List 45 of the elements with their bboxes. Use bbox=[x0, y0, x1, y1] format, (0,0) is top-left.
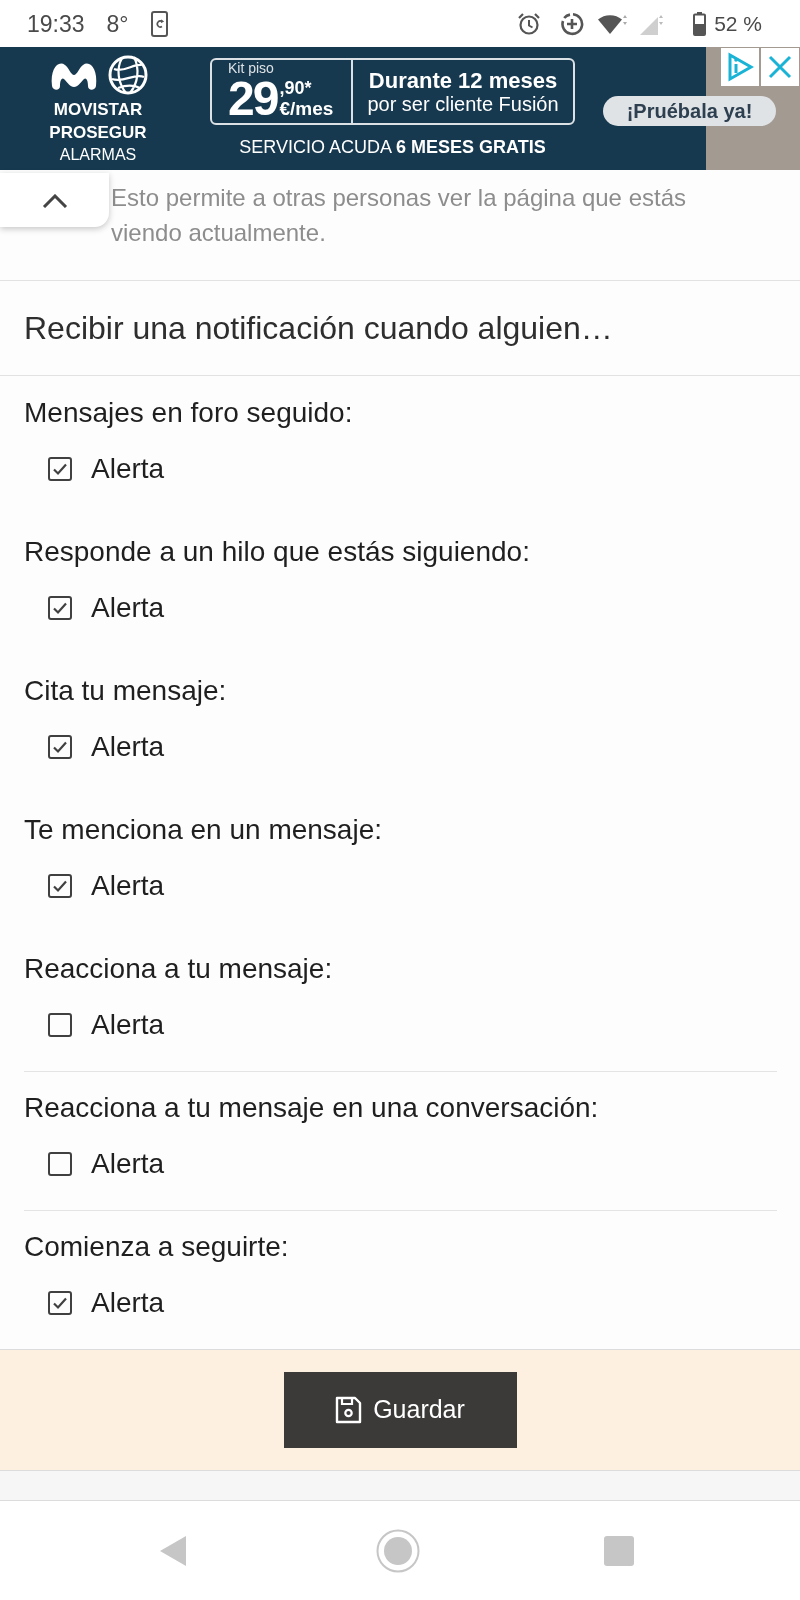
checkbox[interactable] bbox=[48, 874, 72, 898]
checkbox[interactable] bbox=[48, 1013, 72, 1037]
option-label: Te menciona en un mensaje: bbox=[24, 813, 383, 847]
temperature: 8° bbox=[106, 9, 129, 38]
brand-name: MOVISTAR bbox=[53, 99, 143, 121]
clock: 19:33 bbox=[27, 9, 85, 38]
option-label: Reacciona a tu mensaje en una conversación: bbox=[24, 1091, 600, 1125]
globe-icon bbox=[107, 55, 148, 95]
battery-percentage: 52 % bbox=[714, 10, 762, 37]
checkbox[interactable] bbox=[48, 1152, 72, 1176]
option-label: Responde a un hilo que estás siguiendo: bbox=[24, 535, 531, 569]
wifi-icon bbox=[598, 12, 629, 35]
checkbox[interactable] bbox=[48, 596, 72, 620]
price-unit: €/mes bbox=[279, 98, 334, 119]
brand-category: ALARMAS bbox=[59, 145, 137, 165]
brand-name: PROSEGUR bbox=[49, 122, 147, 144]
option-label: Cita tu mensaje: bbox=[24, 674, 228, 708]
offer-subline: por ser cliente Fusión bbox=[367, 92, 559, 116]
checkbox-label[interactable]: Alerta bbox=[91, 730, 165, 764]
option-label: Comienza a seguirte: bbox=[24, 1230, 290, 1264]
share-note: Esto permite a otras personas ver la página que estás viendo actualmente. bbox=[111, 183, 687, 248]
checkbox[interactable] bbox=[48, 1291, 72, 1315]
offer-caption: Kit piso bbox=[228, 60, 275, 76]
checkbox-label[interactable]: Alerta bbox=[91, 869, 165, 903]
price: 29 bbox=[228, 76, 278, 122]
alarm-clock-icon bbox=[517, 11, 542, 36]
circle-plus-icon bbox=[560, 11, 585, 36]
save-button[interactable]: Guardar bbox=[283, 1372, 517, 1448]
ad-tagline: SERVICIO ACUDA 6 MESES GRATIS bbox=[238, 136, 547, 159]
cta-button[interactable]: ¡Pruébala ya! bbox=[603, 96, 776, 126]
phone-icon bbox=[150, 10, 168, 37]
checkbox-label[interactable]: Alerta bbox=[91, 452, 165, 486]
checkbox-label[interactable]: Alerta bbox=[91, 1147, 165, 1181]
checkbox[interactable] bbox=[48, 735, 72, 759]
option-label: Mensajes en foro seguido: bbox=[24, 396, 354, 430]
checkbox-label[interactable]: Alerta bbox=[91, 591, 165, 625]
checkbox-label[interactable]: Alerta bbox=[91, 1286, 165, 1320]
section-title: Recibir una notificación cuando alguien… bbox=[24, 309, 613, 347]
option-label: Reacciona a tu mensaje: bbox=[24, 952, 334, 986]
checkbox-label[interactable]: Alerta bbox=[91, 1008, 165, 1042]
chevron-up-icon bbox=[41, 194, 68, 208]
battery-icon bbox=[693, 11, 707, 36]
offer-headline: Durante 12 meses bbox=[368, 67, 558, 93]
checkbox[interactable] bbox=[48, 457, 72, 481]
price-decimals: ,90* bbox=[279, 78, 313, 98]
